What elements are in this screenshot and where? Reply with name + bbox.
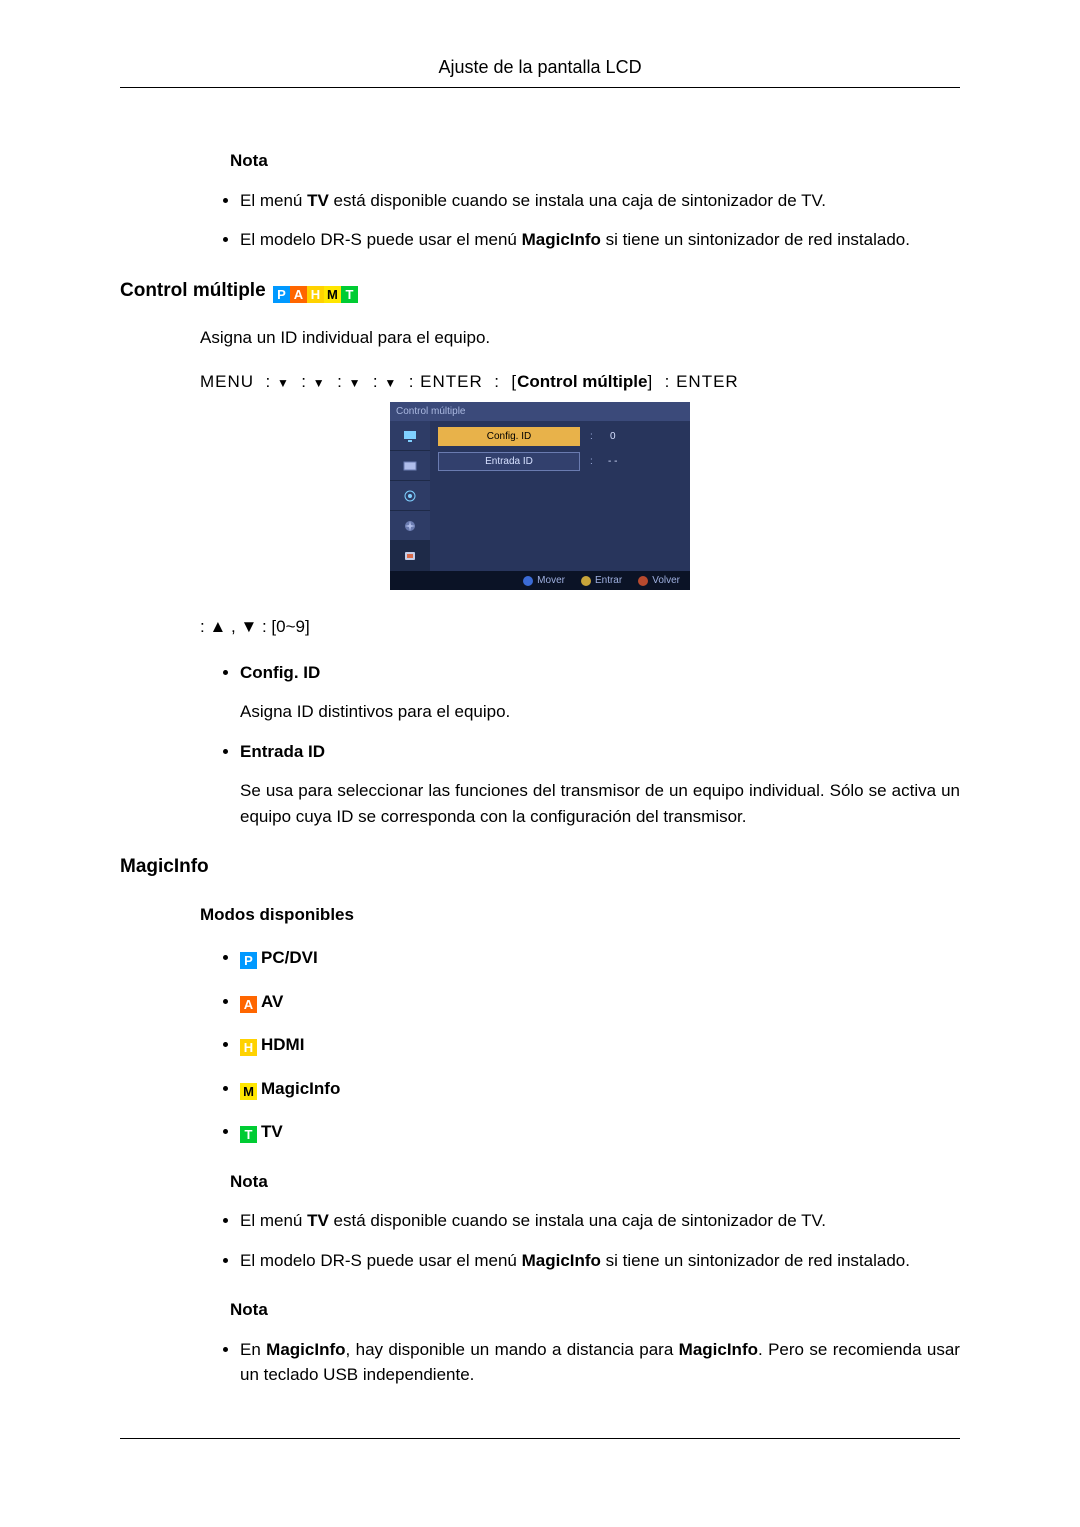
badge-m-icon: M: [240, 1083, 257, 1100]
osd-title: Control múltiple: [390, 402, 690, 421]
osd-main: Config. ID : 0 Entrada ID : - -: [430, 421, 690, 571]
footer-rule: [120, 1438, 960, 1439]
note-item: En MagicInfo, hay disponible un mando a …: [240, 1337, 960, 1388]
badge-t-icon: T: [341, 286, 358, 303]
mode-list: PPC/DVI AAV HHDMI MMagicInfo TTV: [120, 945, 960, 1145]
text: está disponible cuando se instala una ca…: [329, 191, 826, 210]
mode-label: PC/DVI: [261, 948, 318, 967]
mode-label: AV: [261, 992, 283, 1011]
note-list-magic-2: En MagicInfo, hay disponible un mando a …: [120, 1337, 960, 1388]
text-bold: TV: [307, 1211, 329, 1230]
section-control-title: Control múltiple P A H M T: [120, 277, 960, 306]
page-title: Ajuste de la pantalla LCD: [120, 54, 960, 88]
text: Entrar: [595, 573, 622, 588]
text: El modelo DR-S puede usar el menú: [240, 230, 522, 249]
osd-footer: Mover Entrar Volver: [390, 571, 690, 590]
badge-a-icon: A: [240, 996, 257, 1013]
move-icon: [523, 576, 533, 586]
item-title: Entrada ID: [240, 742, 325, 761]
note-item: El modelo DR-S puede usar el menú MagicI…: [240, 227, 960, 253]
down-triangle-icon: ▼: [277, 376, 290, 390]
down-triangle-icon: ▼: [313, 376, 326, 390]
osd-tab-icon: [390, 541, 430, 571]
text-bold: MagicInfo: [679, 1340, 758, 1359]
osd-row: Entrada ID : - -: [438, 452, 682, 471]
back-icon: [638, 576, 648, 586]
text: El modelo DR-S puede usar el menú: [240, 1251, 522, 1270]
note-list-magic-1: El menú TV está disponible cuando se ins…: [120, 1208, 960, 1273]
text: ENTER: [420, 372, 483, 391]
item-title: Config. ID: [240, 663, 320, 682]
osd-row-label: Entrada ID: [438, 452, 580, 471]
note-label: Nota: [230, 148, 960, 174]
item-desc: Se usa para seleccionar las funciones de…: [240, 778, 960, 829]
text: MENU: [200, 372, 254, 391]
mode-label: MagicInfo: [261, 1079, 340, 1098]
mode-item: HHDMI: [240, 1032, 960, 1058]
down-triangle-icon: ▼: [384, 376, 397, 390]
note-item: El modelo DR-S puede usar el menú MagicI…: [240, 1248, 960, 1274]
list-item: Config. ID Asigna ID distintivos para el…: [240, 660, 960, 725]
text: , hay disponible un mando a distancia pa…: [346, 1340, 679, 1359]
modes-subtitle: Modos disponibles: [200, 902, 960, 928]
text: El menú: [240, 191, 307, 210]
note-label: Nota: [230, 1297, 960, 1323]
note-item: El menú TV está disponible cuando se ins…: [240, 1208, 960, 1234]
mode-item: PPC/DVI: [240, 945, 960, 971]
mode-item: TTV: [240, 1119, 960, 1145]
item-desc: Asigna ID distintivos para el equipo.: [240, 699, 960, 725]
badge-a-icon: A: [290, 286, 307, 303]
osd-sidebar: [390, 421, 430, 571]
text: si tiene un sintonizador de red instalad…: [601, 230, 910, 249]
text: Mover: [537, 573, 565, 588]
nav-hint: : ▲ , ▼ : [0~9]: [200, 614, 960, 640]
enter-icon: [581, 576, 591, 586]
badge-p-icon: P: [240, 952, 257, 969]
text-bold: TV: [307, 191, 329, 210]
osd-tab-icon: [390, 511, 430, 541]
text-bold: Control múltiple: [517, 372, 647, 391]
mode-label: TV: [261, 1122, 283, 1141]
text: El menú: [240, 1211, 307, 1230]
text-bold: MagicInfo: [522, 230, 601, 249]
badge-t-icon: T: [240, 1126, 257, 1143]
text: Volver: [652, 573, 680, 588]
text: está disponible cuando se instala una ca…: [329, 1211, 826, 1230]
section-magicinfo-title: MagicInfo: [120, 853, 960, 882]
mode-label: HDMI: [261, 1035, 304, 1054]
badge-p-icon: P: [273, 286, 290, 303]
osd-row-value: 0: [603, 429, 623, 444]
mode-item: AAV: [240, 989, 960, 1015]
text-bold: MagicInfo: [266, 1340, 345, 1359]
osd-screenshot: Control múltiple Config. ID : 0 Entrada …: [390, 402, 690, 590]
list-item: Entrada ID Se usa para seleccionar las f…: [240, 739, 960, 830]
text: ENTER: [676, 372, 739, 391]
down-triangle-icon: ▼: [349, 376, 362, 390]
text: Control múltiple: [120, 280, 266, 301]
text-bold: MagicInfo: [522, 1251, 601, 1270]
text: si tiene un sintonizador de red instalad…: [601, 1251, 910, 1270]
osd-tab-icon: [390, 421, 430, 451]
badge-strip: P A H M T: [273, 286, 358, 303]
note-list-top: El menú TV está disponible cuando se ins…: [120, 188, 960, 253]
menu-path: MENU : ▼ : ▼ : ▼ : ▼ : ENTER : [Control …: [200, 369, 960, 395]
text: En: [240, 1340, 266, 1359]
osd-tab-icon: [390, 481, 430, 511]
note-label: Nota: [230, 1169, 960, 1195]
osd-row: Config. ID : 0: [438, 427, 682, 446]
badge-h-icon: H: [240, 1039, 257, 1056]
osd-tab-icon: [390, 451, 430, 481]
osd-row-value: - -: [603, 454, 623, 469]
badge-m-icon: M: [324, 286, 341, 303]
badge-h-icon: H: [307, 286, 324, 303]
note-item: El menú TV está disponible cuando se ins…: [240, 188, 960, 214]
osd-row-label: Config. ID: [438, 427, 580, 446]
control-items: Config. ID Asigna ID distintivos para el…: [120, 660, 960, 830]
mode-item: MMagicInfo: [240, 1076, 960, 1102]
control-desc: Asigna un ID individual para el equipo.: [200, 325, 960, 351]
